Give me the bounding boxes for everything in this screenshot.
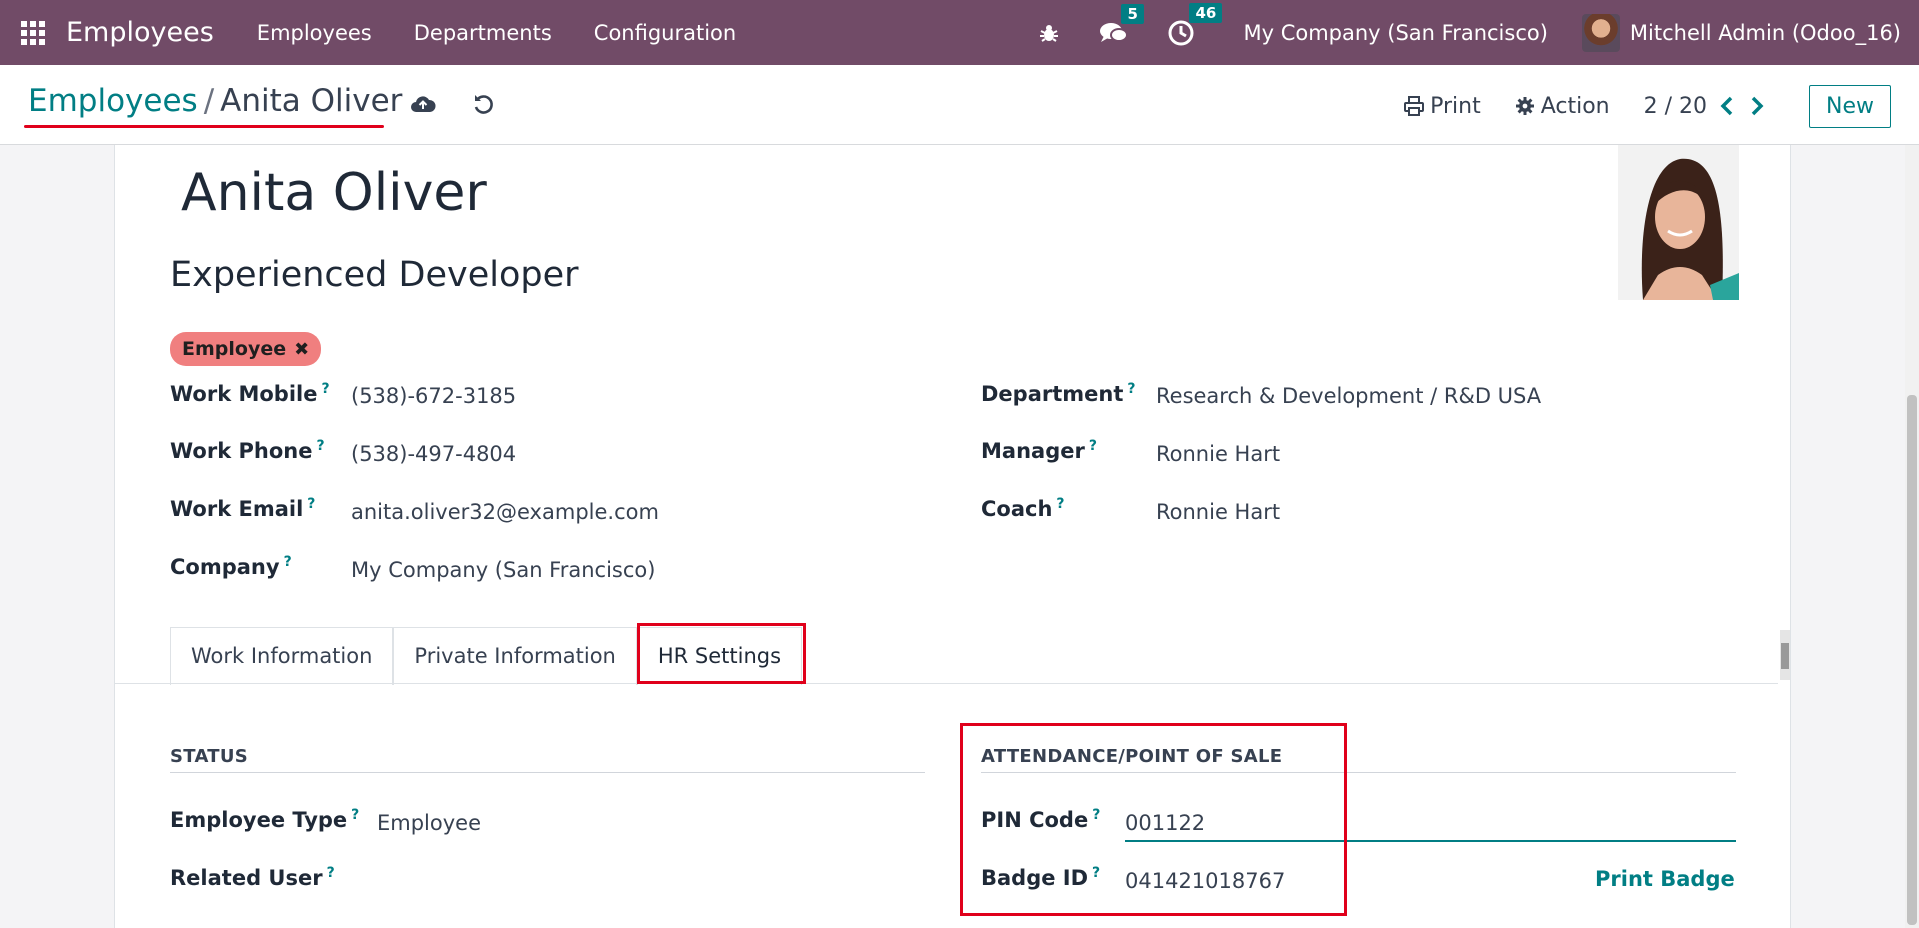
help-icon[interactable]: ? [284, 554, 292, 570]
attendance-highlight-box [960, 723, 1347, 916]
work-email-label: Work Email? [170, 496, 316, 521]
user-avatar[interactable] [1581, 13, 1620, 52]
help-icon[interactable]: ? [1127, 381, 1135, 397]
job-title[interactable]: Experienced Developer [170, 255, 579, 295]
help-icon[interactable]: ? [351, 807, 359, 823]
status-section-title: STATUS [170, 746, 249, 767]
help-icon[interactable]: ? [1056, 496, 1064, 512]
main-menu: Employees Departments Configuration [236, 21, 757, 45]
breadcrumb-separator: / [203, 83, 215, 119]
print-button[interactable]: Print [1404, 94, 1481, 119]
department-label: Department? [981, 381, 1136, 406]
manager-label: Manager? [981, 438, 1097, 463]
control-panel-right: Print Action 2 / 20 New [1404, 84, 1891, 128]
department-value[interactable]: Research & Development / R&D USA [1156, 384, 1541, 408]
work-phone-value[interactable]: (538)-497-4804 [351, 442, 516, 466]
remove-tag-icon[interactable]: ✖ [294, 339, 309, 360]
related-user-field: Related User? [170, 865, 335, 890]
gear-icon [1515, 97, 1534, 115]
breadcrumb-employees-link[interactable]: Employees [28, 83, 198, 119]
related-user-label: Related User? [170, 865, 335, 890]
new-button[interactable]: New [1809, 84, 1891, 128]
coach-field: Coach? [981, 496, 1065, 521]
breadcrumb-annotation-underline [24, 125, 384, 128]
coach-label: Coach? [981, 496, 1065, 521]
tabs-divider [115, 683, 1778, 684]
tab-work-information[interactable]: Work Information [170, 627, 394, 685]
work-mobile-field: Work Mobile? [170, 381, 330, 406]
breadcrumb-current: Anita Oliver [220, 83, 403, 119]
action-label: Action [1540, 93, 1610, 119]
app-title[interactable]: Employees [66, 17, 214, 48]
coach-value[interactable]: Ronnie Hart [1156, 500, 1280, 524]
pager-next-icon[interactable] [1749, 95, 1765, 117]
help-icon[interactable]: ? [321, 381, 329, 397]
manager-field: Manager? [981, 438, 1097, 463]
print-badge-button[interactable]: Print Badge [1595, 867, 1735, 891]
employee-type-label: Employee Type? [170, 807, 360, 832]
discard-undo-icon[interactable] [472, 92, 496, 120]
control-panel: Employees / Anita Oliver Print Action 2 / … [0, 65, 1919, 145]
messages-count-badge: 5 [1121, 3, 1144, 24]
hr-settings-highlight-box [637, 623, 806, 684]
tab-scrollbar-thumb[interactable] [1781, 643, 1789, 669]
pager-previous-icon[interactable] [1719, 95, 1735, 117]
company-switcher[interactable]: My Company (San Francisco) [1243, 21, 1547, 45]
menu-departments[interactable]: Departments [393, 21, 573, 45]
work-email-field: Work Email? [170, 496, 315, 521]
employee-type-value[interactable]: Employee [377, 811, 481, 835]
help-icon[interactable]: ? [316, 438, 324, 454]
work-phone-label: Work Phone? [170, 438, 325, 463]
status-section-rule [170, 772, 925, 773]
work-email-value[interactable]: anita.oliver32@example.com [351, 500, 659, 524]
work-phone-field: Work Phone? [170, 438, 325, 463]
work-mobile-label: Work Mobile? [170, 381, 330, 406]
employee-type-field: Employee Type? [170, 807, 359, 832]
company-field: Company? [170, 554, 292, 579]
tab-private-information[interactable]: Private Information [393, 627, 637, 685]
work-mobile-value[interactable]: (538)-672-3185 [351, 384, 516, 408]
company-label: Company? [170, 554, 292, 579]
tag-label: Employee [182, 338, 287, 360]
help-icon[interactable]: ? [1089, 438, 1097, 454]
employee-name[interactable]: Anita Oliver [181, 163, 487, 223]
debug-bug-icon[interactable] [1037, 21, 1061, 45]
department-field: Department? [981, 381, 1136, 406]
pager-value[interactable]: 2 / 20 [1644, 94, 1707, 119]
page-scrollbar[interactable] [1905, 145, 1919, 928]
activities-clock-icon[interactable]: 46 [1167, 2, 1223, 47]
messages-icon[interactable]: 5 [1099, 3, 1144, 46]
printer-icon [1404, 96, 1425, 116]
activities-count-badge: 46 [1189, 2, 1223, 23]
top-navbar: Employees Employees Departments Configur… [0, 0, 1919, 65]
user-menu[interactable]: Mitchell Admin (Odoo_16) [1630, 21, 1901, 45]
breadcrumb: Employees / Anita Oliver [28, 83, 402, 119]
navbar-systray: 5 46 My Company (San Francisco) Mitchell… [1037, 0, 1919, 65]
page-scrollbar-thumb[interactable] [1907, 395, 1917, 925]
apps-menu-icon[interactable] [21, 20, 45, 45]
action-button[interactable]: Action [1515, 94, 1610, 119]
employee-photo[interactable] [1618, 145, 1739, 300]
manager-value[interactable]: Ronnie Hart [1156, 442, 1280, 466]
help-icon[interactable]: ? [327, 865, 335, 881]
form-sheet: Anita Oliver Experienced Developer Emplo… [114, 145, 1791, 928]
save-cloud-icon[interactable] [410, 92, 436, 118]
employee-category-tag: Employee ✖ [170, 332, 322, 366]
menu-configuration[interactable]: Configuration [573, 21, 757, 45]
menu-employees[interactable]: Employees [236, 21, 393, 45]
print-label: Print [1430, 93, 1481, 119]
help-icon[interactable]: ? [307, 496, 315, 512]
company-value[interactable]: My Company (San Francisco) [351, 558, 655, 582]
